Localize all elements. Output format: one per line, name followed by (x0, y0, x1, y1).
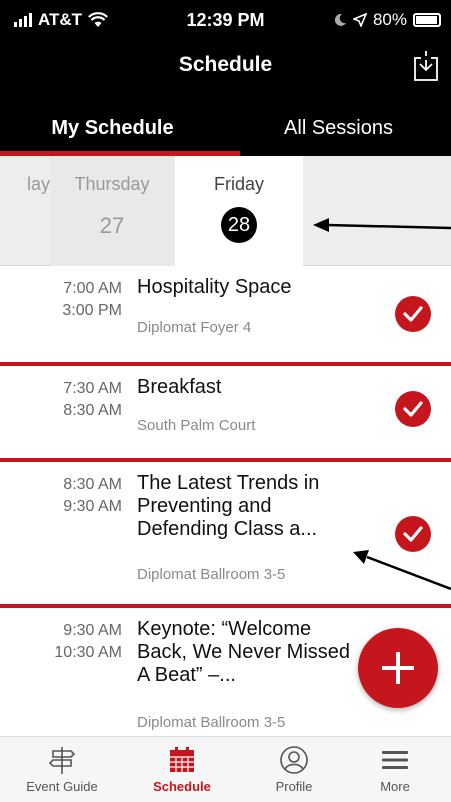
session-title: Hospitality Space (137, 276, 292, 298)
session-location: Diplomat Ballroom 3-5 (137, 714, 286, 731)
session-times: 7:30 AM 8:30 AM (0, 378, 122, 422)
page-title: Schedule (178, 53, 273, 76)
date-day-number-selected: 28 (221, 207, 257, 243)
battery-percent: 80% (372, 10, 407, 29)
calendar-icon (170, 747, 194, 772)
session-end-time: 8:30 AM (63, 402, 122, 419)
add-session-button[interactable] (358, 628, 438, 708)
session-location: South Palm Court (137, 417, 256, 434)
tabbar-item-profile[interactable]: Profile (238, 737, 350, 802)
bottom-tab-bar: Event Guide Schedule Profile More (0, 736, 451, 802)
signpost-icon (48, 747, 76, 774)
session-start-time: 9:30 AM (63, 622, 122, 639)
date-day-name: Thursday (74, 174, 150, 194)
status-bar: AT&T 12:39 PM 80% (0, 0, 451, 40)
session-times: 7:00 AM 3:00 PM (0, 278, 122, 322)
menu-icon (382, 751, 408, 769)
session-end-time: 3:00 PM (62, 302, 122, 319)
tab-all-sessions[interactable]: All Sessions (226, 96, 451, 156)
session-end-time: 9:30 AM (63, 498, 122, 515)
session-title: Breakfast (137, 376, 222, 398)
battery-icon (413, 13, 441, 27)
session-start-time: 7:30 AM (63, 380, 122, 397)
export-icon[interactable] (413, 50, 439, 82)
location-icon (352, 13, 367, 27)
session-times: 8:30 AM 9:30 AM (0, 474, 122, 518)
plus-icon-vertical (396, 652, 400, 684)
added-check-icon[interactable] (395, 296, 431, 332)
tabbar-label: Schedule (153, 779, 211, 794)
tabbar-item-event-guide[interactable]: Event Guide (6, 737, 118, 802)
date-item-thursday[interactable]: Thursday 27 (50, 156, 174, 266)
tabbar-item-schedule[interactable]: Schedule (126, 737, 238, 802)
date-day-name: Friday (213, 174, 264, 194)
date-day-number: 27 (99, 213, 125, 238)
status-right: 80% (333, 10, 441, 30)
session-start-time: 8:30 AM (63, 476, 122, 493)
date-day-name: lay (26, 174, 50, 194)
moon-icon (334, 13, 346, 26)
session-location: Diplomat Foyer 4 (137, 319, 252, 336)
session-row[interactable]: 7:00 AM 3:00 PM Hospitality Space Diplom… (0, 266, 451, 366)
session-location: Diplomat Ballroom 3-5 (137, 566, 286, 583)
tab-my-schedule[interactable]: My Schedule (0, 96, 225, 156)
session-row[interactable]: 7:30 AM 8:30 AM Breakfast South Palm Cou… (0, 366, 451, 462)
added-check-icon[interactable] (395, 391, 431, 427)
session-start-time: 7:00 AM (63, 280, 122, 297)
session-times: 9:30 AM 10:30 AM (0, 620, 122, 664)
schedule-tabs: My Schedule All Sessions (0, 96, 451, 156)
date-item-friday[interactable]: Friday 28 (175, 156, 303, 266)
tabbar-label: Event Guide (26, 779, 98, 794)
profile-icon (280, 746, 308, 774)
tabbar-label: Profile (275, 779, 313, 794)
annotation-arrow-date (313, 218, 451, 232)
session-title: The Latest Trends in Preventing and Defe… (137, 472, 320, 540)
annotation-arrow-session (353, 550, 451, 591)
tabbar-item-more[interactable]: More (339, 737, 451, 802)
session-title: Keynote: “Welcome Back, We Never Missed … (137, 618, 351, 686)
nav-bar: Schedule (0, 40, 451, 96)
tabbar-label: More (380, 779, 410, 794)
session-end-time: 10:30 AM (54, 644, 122, 661)
date-item-prev[interactable]: lay (0, 156, 50, 266)
